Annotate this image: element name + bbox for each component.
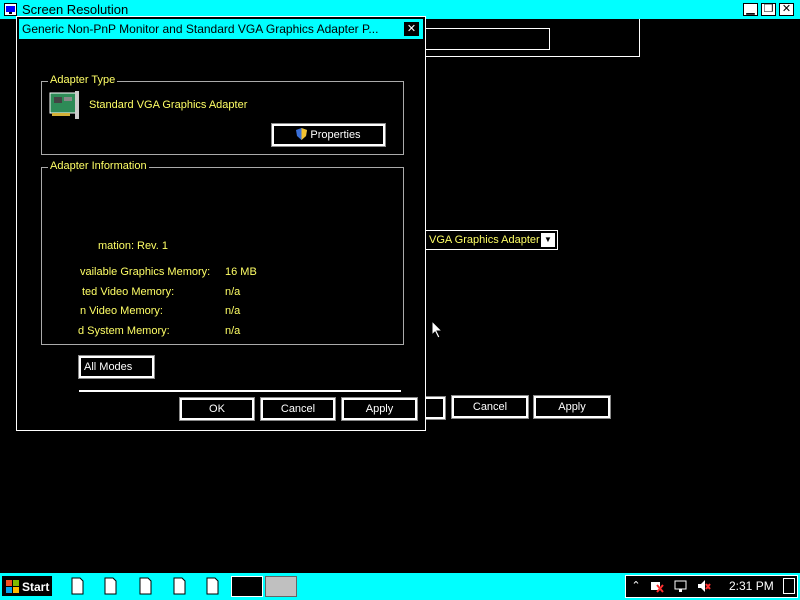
show-desktop-button[interactable]	[783, 578, 795, 594]
start-label: Start	[22, 580, 50, 594]
properties-label: Properties	[310, 129, 361, 141]
list-all-modes-button[interactable]: All Modes	[78, 355, 155, 379]
dialog-titlebar[interactable]: Generic Non-PnP Monitor and Standard VGA…	[19, 19, 423, 39]
adapter-name: Standard VGA Graphics Adapter	[89, 99, 248, 111]
taskbar-window-button-active[interactable]	[231, 576, 263, 597]
info-row-label: n Video Memory:	[80, 305, 163, 317]
close-button[interactable]: ✕	[779, 3, 794, 16]
quick-launch-document-icon[interactable]	[134, 576, 156, 596]
adapter-type-legend: Adapter Type	[48, 74, 118, 86]
adapter-information-group: Adapter Information mation: Rev. 1 vaila…	[41, 160, 404, 345]
speaker-muted-icon[interactable]	[697, 579, 711, 593]
windows-logo-icon	[6, 580, 19, 593]
show-hidden-icons-icon[interactable]: ⌃	[629, 579, 643, 593]
adapter-properties-dialog: Generic Non-PnP Monitor and Standard VGA…	[16, 16, 426, 431]
apply-button[interactable]: Apply	[341, 397, 418, 421]
dropdown-value: VGA Graphics Adapter	[429, 234, 540, 246]
start-button[interactable]: Start	[2, 576, 52, 596]
quick-launch-document-icon[interactable]	[99, 576, 121, 596]
info-row-value: n/a	[225, 286, 241, 298]
cancel-button[interactable]: Cancel	[260, 397, 336, 421]
background-window-title: Screen Resolution	[22, 2, 129, 17]
dialog-title: Generic Non-PnP Monitor and Standard VGA…	[22, 22, 379, 36]
info-row-value: 16 MB	[225, 266, 257, 278]
network-warning-icon[interactable]	[650, 579, 664, 593]
background-apply-button[interactable]: Apply	[533, 395, 611, 419]
background-cancel-button[interactable]: Cancel	[451, 395, 529, 419]
info-row-label: d System Memory:	[78, 325, 170, 337]
quick-launch-document-icon[interactable]	[66, 576, 88, 596]
taskbar-window-button[interactable]	[265, 576, 297, 597]
restore-button[interactable]: ❐	[761, 3, 776, 16]
chevron-down-icon[interactable]: ▼	[541, 233, 555, 247]
info-row-label: vailable Graphics Memory:	[80, 266, 211, 278]
dialog-separator	[79, 390, 401, 392]
properties-button[interactable]: Properties	[271, 123, 386, 147]
clock[interactable]: 2:31 PM	[729, 579, 774, 593]
network-icon[interactable]	[674, 579, 688, 593]
info-row-value: Rev. 1	[137, 240, 168, 252]
app-icon	[4, 3, 17, 16]
adapter-information-legend: Adapter Information	[48, 160, 149, 172]
minimize-button[interactable]: ▁	[743, 3, 758, 16]
ok-button[interactable]: OK	[179, 397, 255, 421]
info-row-label: mation:	[98, 240, 135, 252]
background-text-field[interactable]	[424, 28, 550, 50]
dialog-close-button[interactable]: ✕	[404, 22, 419, 36]
info-row-value: n/a	[225, 305, 241, 317]
quick-launch-document-icon[interactable]	[168, 576, 190, 596]
adapter-type-group: Adapter Type Standard VGA Graphics Adapt…	[41, 74, 404, 155]
shield-icon	[296, 128, 308, 140]
info-row-value: n/a	[225, 325, 241, 337]
mouse-cursor-icon	[431, 320, 444, 339]
background-adapter-dropdown[interactable]: VGA Graphics Adapter ▼	[425, 230, 558, 250]
graphics-card-icon	[49, 91, 79, 119]
background-ok-button-partial[interactable]	[423, 396, 446, 420]
quick-launch-document-icon[interactable]	[201, 576, 223, 596]
info-row-label: ted Video Memory:	[82, 286, 175, 298]
